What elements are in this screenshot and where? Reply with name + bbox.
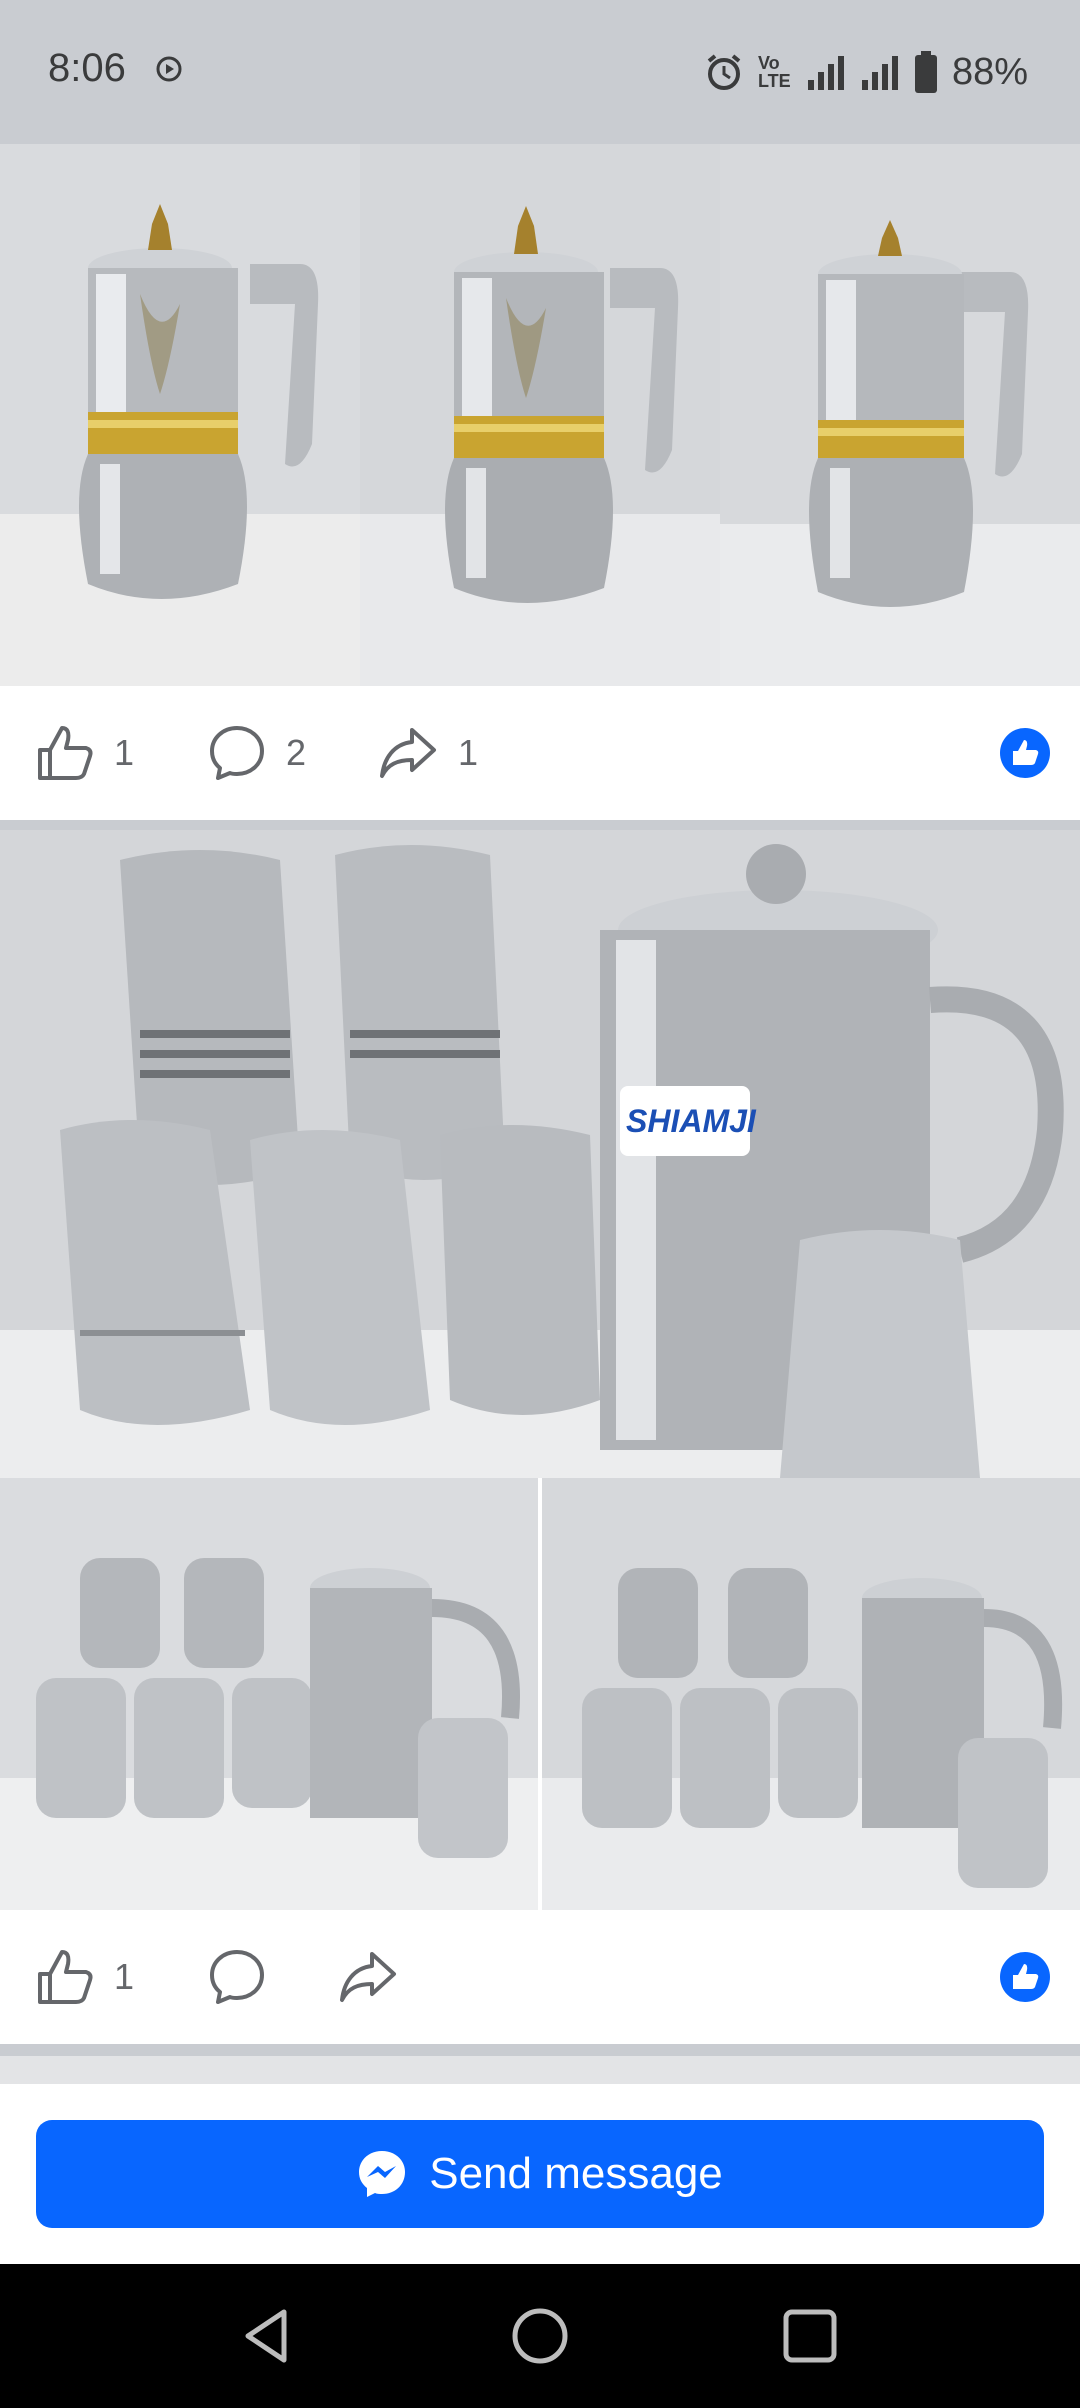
comment-button[interactable] [208,1910,266,2044]
battery-icon [914,51,937,93]
battery-percent: 88% [951,50,1028,93]
share-icon [340,1952,396,2002]
post-photo[interactable] [542,1478,1080,1912]
status-bar: 8:06 Vo LTE 88% [0,0,1080,144]
share-icon [380,728,436,778]
signal-icon [861,56,898,90]
next-post-photo[interactable] [0,2056,1080,2084]
share-button[interactable]: 1 [378,686,478,820]
post-photo[interactable] [360,144,720,686]
like-button[interactable]: 1 [36,1910,134,2044]
like-icon [38,1950,93,2004]
post-action-bar: 1 2 1 [0,686,1080,820]
share-button[interactable] [338,1910,398,2044]
post-action-bar: 1 [0,1910,1080,2044]
message-bar: Send message [0,2084,1080,2264]
post: SHIAMJI [0,830,1080,1912]
like-reaction-icon [1000,1952,1050,2002]
recents-icon[interactable] [778,2304,842,2368]
like-count: 1 [114,732,135,773]
system-navigation-bar [0,2264,1080,2408]
home-icon[interactable] [508,2304,572,2368]
post-photo[interactable] [0,144,360,686]
post-photo[interactable] [720,144,1080,686]
send-message-button[interactable]: Send message [36,2120,1044,2228]
messenger-icon [359,2151,406,2197]
comment-button[interactable]: 2 [208,686,306,820]
alarm-icon [707,54,741,90]
post [0,144,1080,686]
comment-count: 2 [286,732,307,773]
signal-icon [807,56,844,90]
brand-logo-text: SHIAMJI [626,1103,757,1139]
back-icon[interactable] [236,2304,300,2368]
youtube-notification-icon [156,56,182,82]
post-photo[interactable] [0,1478,538,1912]
post-photo[interactable]: SHIAMJI [0,830,1080,1478]
comment-icon [210,726,264,780]
status-time: 8:06 [48,46,126,90]
like-count: 1 [114,1956,135,1997]
send-message-label: Send message [429,2149,723,2198]
status-indicators: Vo LTE 88% [704,44,1028,100]
volte-label: Vo LTE [757,53,791,91]
comment-icon [210,1950,264,2004]
like-icon [38,726,93,780]
like-reaction-icon [1000,728,1050,778]
like-button[interactable]: 1 [36,686,134,820]
share-count: 1 [458,732,479,773]
